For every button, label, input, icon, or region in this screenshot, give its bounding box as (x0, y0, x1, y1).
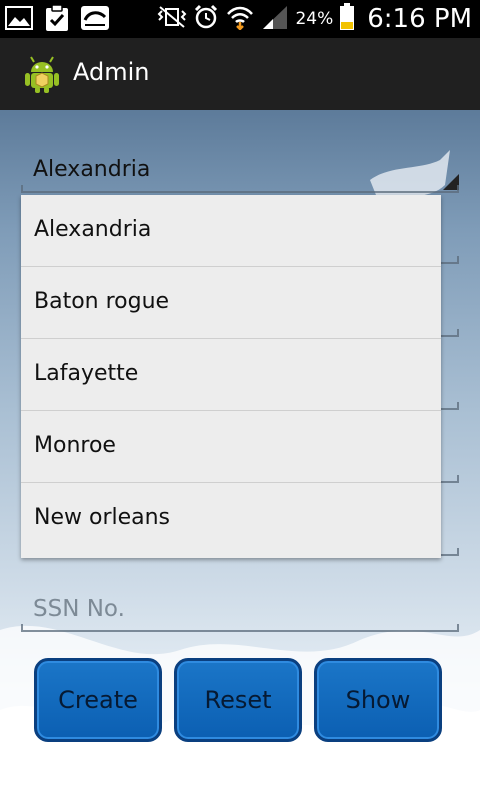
dropdown-option[interactable]: New orleans (21, 483, 441, 555)
city-spinner[interactable]: Alexandria (21, 147, 459, 193)
reset-button[interactable]: Reset (174, 658, 302, 742)
android-robot-icon[interactable] (22, 54, 62, 94)
clock: 6:16 PM (367, 4, 472, 34)
dropdown-option-label: Monroe (34, 433, 116, 458)
dropdown-option-label: Alexandria (34, 217, 152, 242)
dropdown-option[interactable]: Baton rogue (21, 267, 441, 339)
alarm-icon (193, 4, 219, 34)
battery-percent: 24% (295, 9, 334, 29)
vibrate-mute-icon (157, 5, 187, 33)
dropdown-option[interactable]: Monroe (21, 411, 441, 483)
signal-icon (261, 4, 289, 34)
action-bar: Admin (0, 38, 480, 112)
city-spinner-value: Alexandria (33, 157, 151, 182)
ssn-placeholder: SSN No. (33, 596, 125, 622)
field-underline (21, 185, 459, 193)
city-dropdown-list: Alexandria Baton rogue Lafayette Monroe … (21, 195, 441, 558)
gallery-icon (4, 4, 34, 32)
show-button[interactable]: Show (314, 658, 442, 742)
clipboard-check-icon (42, 4, 72, 32)
battery-icon (339, 3, 355, 35)
dropdown-option[interactable]: Lafayette (21, 339, 441, 411)
dropdown-option-label: Baton rogue (34, 289, 170, 314)
ssn-field[interactable]: SSN No. (21, 586, 459, 632)
dropdown-option-label: Lafayette (34, 361, 139, 386)
status-bar: 24% 6:16 PM (0, 0, 480, 38)
dropdown-option[interactable]: Alexandria (21, 195, 441, 267)
app-title: Admin (73, 58, 150, 86)
voicemail-icon (80, 4, 110, 32)
create-button[interactable]: Create (34, 658, 162, 742)
field-underline (21, 624, 459, 632)
dropdown-option-label: New orleans (34, 505, 171, 530)
wifi-icon (225, 4, 255, 34)
